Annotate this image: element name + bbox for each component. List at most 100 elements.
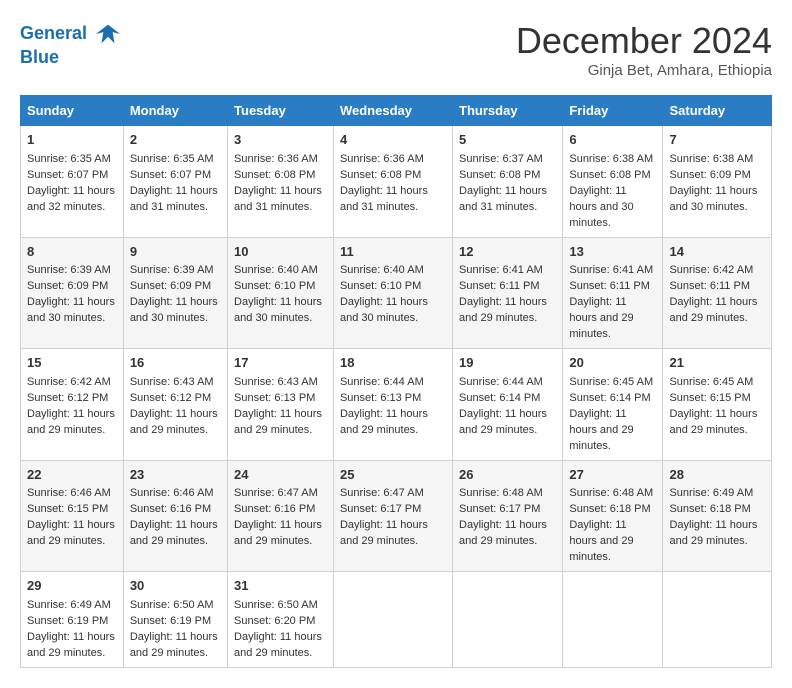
- day-info: Sunrise: 6:35 AM: [27, 152, 117, 168]
- day-number: 12: [459, 243, 556, 262]
- calendar-cell: 20Sunrise: 6:45 AMSunset: 6:14 PMDayligh…: [563, 349, 663, 461]
- day-info: Daylight: 11 hours and 30 minutes.: [340, 295, 446, 327]
- day-info: Daylight: 11 hours and 31 minutes.: [340, 184, 446, 216]
- month-title: December 2024: [516, 20, 772, 62]
- col-header-saturday: Saturday: [663, 96, 772, 126]
- day-info: Sunrise: 6:43 AM: [130, 375, 221, 391]
- day-info: Sunset: 6:17 PM: [459, 502, 556, 518]
- day-info: Sunset: 6:14 PM: [569, 391, 656, 407]
- calendar-cell: 22Sunrise: 6:46 AMSunset: 6:15 PMDayligh…: [21, 460, 124, 572]
- day-number: 20: [569, 354, 656, 373]
- calendar-cell: 23Sunrise: 6:46 AMSunset: 6:16 PMDayligh…: [123, 460, 227, 572]
- day-info: Sunset: 6:16 PM: [130, 502, 221, 518]
- calendar-cell: 18 Sunrise: 6:44 AMSunset: 6:13 PMDayligh…: [333, 349, 452, 461]
- calendar-cell: 8Sunrise: 6:39 AMSunset: 6:09 PMDaylight…: [21, 237, 124, 349]
- calendar-cell: 15Sunrise: 6:42 AMSunset: 6:12 PMDayligh…: [21, 349, 124, 461]
- calendar-cell: 11Sunrise: 6:40 AMSunset: 6:10 PMDayligh…: [333, 237, 452, 349]
- week-row-4: 22Sunrise: 6:46 AMSunset: 6:15 PMDayligh…: [21, 460, 772, 572]
- calendar-cell: 3Sunrise: 6:36 AMSunset: 6:08 PMDaylight…: [228, 126, 334, 238]
- day-info: Daylight: 11 hours and 31 minutes.: [130, 184, 221, 216]
- calendar-cell: 24Sunrise: 6:47 AMSunset: 6:16 PMDayligh…: [228, 460, 334, 572]
- calendar-cell: 27Sunrise: 6:48 AMSunset: 6:18 PMDayligh…: [563, 460, 663, 572]
- day-info: Daylight: 11 hours and 29 minutes.: [569, 295, 656, 343]
- calendar-cell: 2Sunrise: 6:35 AMSunset: 6:07 PMDaylight…: [123, 126, 227, 238]
- calendar-cell: 12Sunrise: 6:41 AMSunset: 6:11 PMDayligh…: [453, 237, 563, 349]
- day-number: 19: [459, 354, 556, 373]
- calendar-cell: 13Sunrise: 6:41 AMSunset: 6:11 PMDayligh…: [563, 237, 663, 349]
- day-number: 14: [669, 243, 765, 262]
- page-header: General Blue December 2024 Ginja Bet, Am…: [20, 20, 772, 79]
- day-info: Sunrise: 6:46 AM: [130, 486, 221, 502]
- week-row-3: 15Sunrise: 6:42 AMSunset: 6:12 PMDayligh…: [21, 349, 772, 461]
- day-info: Sunset: 6:13 PM: [340, 391, 446, 407]
- col-header-friday: Friday: [563, 96, 663, 126]
- day-info: Daylight: 11 hours and 29 minutes.: [569, 518, 656, 566]
- day-number: 7: [669, 131, 765, 150]
- day-info: Sunrise: 6:38 AM: [669, 152, 765, 168]
- day-number: 27: [569, 466, 656, 485]
- day-number: 24: [234, 466, 327, 485]
- day-number: 25: [340, 466, 446, 485]
- day-info: Sunrise: 6:35 AM: [130, 152, 221, 168]
- day-info: Sunset: 6:07 PM: [130, 168, 221, 184]
- day-info: Daylight: 11 hours and 29 minutes.: [27, 630, 117, 662]
- day-info: Sunrise: 6:49 AM: [669, 486, 765, 502]
- calendar-cell: 21Sunrise: 6:45 AMSunset: 6:15 PMDayligh…: [663, 349, 772, 461]
- day-info: Daylight: 11 hours and 29 minutes.: [340, 518, 446, 550]
- day-info: Sunset: 6:09 PM: [27, 279, 117, 295]
- calendar-cell: 31Sunrise: 6:50 AMSunset: 6:20 PMDayligh…: [228, 572, 334, 668]
- day-number: 1: [27, 131, 117, 150]
- day-number: 11: [340, 243, 446, 262]
- calendar-cell: 25Sunrise: 6:47 AMSunset: 6:17 PMDayligh…: [333, 460, 452, 572]
- week-row-1: 1Sunrise: 6:35 AMSunset: 6:07 PMDaylight…: [21, 126, 772, 238]
- day-info: Sunset: 6:20 PM: [234, 614, 327, 630]
- calendar-cell: [563, 572, 663, 668]
- day-info: Sunrise: 6:46 AM: [27, 486, 117, 502]
- day-info: Sunrise: 6:40 AM: [340, 263, 446, 279]
- calendar-cell: 28Sunrise: 6:49 AMSunset: 6:18 PMDayligh…: [663, 460, 772, 572]
- day-info: Sunset: 6:18 PM: [569, 502, 656, 518]
- calendar-cell: 29Sunrise: 6:49 AMSunset: 6:19 PMDayligh…: [21, 572, 124, 668]
- calendar-cell: 10Sunrise: 6:40 AMSunset: 6:10 PMDayligh…: [228, 237, 334, 349]
- day-number: 30: [130, 577, 221, 596]
- day-info: Sunrise: 6:37 AM: [459, 152, 556, 168]
- day-number: 29: [27, 577, 117, 596]
- col-header-thursday: Thursday: [453, 96, 563, 126]
- day-info: Daylight: 11 hours and 29 minutes.: [234, 407, 327, 439]
- day-info: Sunrise: 6:36 AM: [340, 152, 446, 168]
- day-number: 5: [459, 131, 556, 150]
- day-info: Daylight: 11 hours and 31 minutes.: [234, 184, 327, 216]
- day-number: 18: [340, 354, 446, 373]
- day-info: Sunrise: 6:42 AM: [27, 375, 117, 391]
- day-info: Sunrise: 6:42 AM: [669, 263, 765, 279]
- logo: General Blue: [20, 20, 122, 68]
- day-info: Daylight: 11 hours and 29 minutes.: [234, 630, 327, 662]
- week-row-5: 29Sunrise: 6:49 AMSunset: 6:19 PMDayligh…: [21, 572, 772, 668]
- day-info: Sunrise: 6:44 AM: [340, 375, 446, 391]
- day-number: 15: [27, 354, 117, 373]
- day-info: Sunrise: 6:48 AM: [569, 486, 656, 502]
- day-info: Daylight: 11 hours and 29 minutes.: [669, 407, 765, 439]
- day-info: Sunrise: 6:45 AM: [669, 375, 765, 391]
- day-info: Daylight: 11 hours and 30 minutes.: [569, 184, 656, 232]
- day-info: Sunset: 6:08 PM: [234, 168, 327, 184]
- col-header-monday: Monday: [123, 96, 227, 126]
- day-number: 6: [569, 131, 656, 150]
- day-info: Sunrise: 6:40 AM: [234, 263, 327, 279]
- calendar-cell: 19Sunrise: 6:44 AMSunset: 6:14 PMDayligh…: [453, 349, 563, 461]
- calendar-cell: 26Sunrise: 6:48 AMSunset: 6:17 PMDayligh…: [453, 460, 563, 572]
- col-header-tuesday: Tuesday: [228, 96, 334, 126]
- day-number: 9: [130, 243, 221, 262]
- calendar-cell: [663, 572, 772, 668]
- calendar-cell: 17Sunrise: 6:43 AMSunset: 6:13 PMDayligh…: [228, 349, 334, 461]
- day-info: Daylight: 11 hours and 29 minutes.: [27, 518, 117, 550]
- day-number: 10: [234, 243, 327, 262]
- day-info: Sunset: 6:16 PM: [234, 502, 327, 518]
- day-info: Sunset: 6:08 PM: [459, 168, 556, 184]
- day-info: Sunset: 6:10 PM: [340, 279, 446, 295]
- col-header-wednesday: Wednesday: [333, 96, 452, 126]
- day-info: Sunset: 6:08 PM: [569, 168, 656, 184]
- day-info: Daylight: 11 hours and 29 minutes.: [130, 518, 221, 550]
- day-info: Daylight: 11 hours and 29 minutes.: [340, 407, 446, 439]
- day-info: Daylight: 11 hours and 32 minutes.: [27, 184, 117, 216]
